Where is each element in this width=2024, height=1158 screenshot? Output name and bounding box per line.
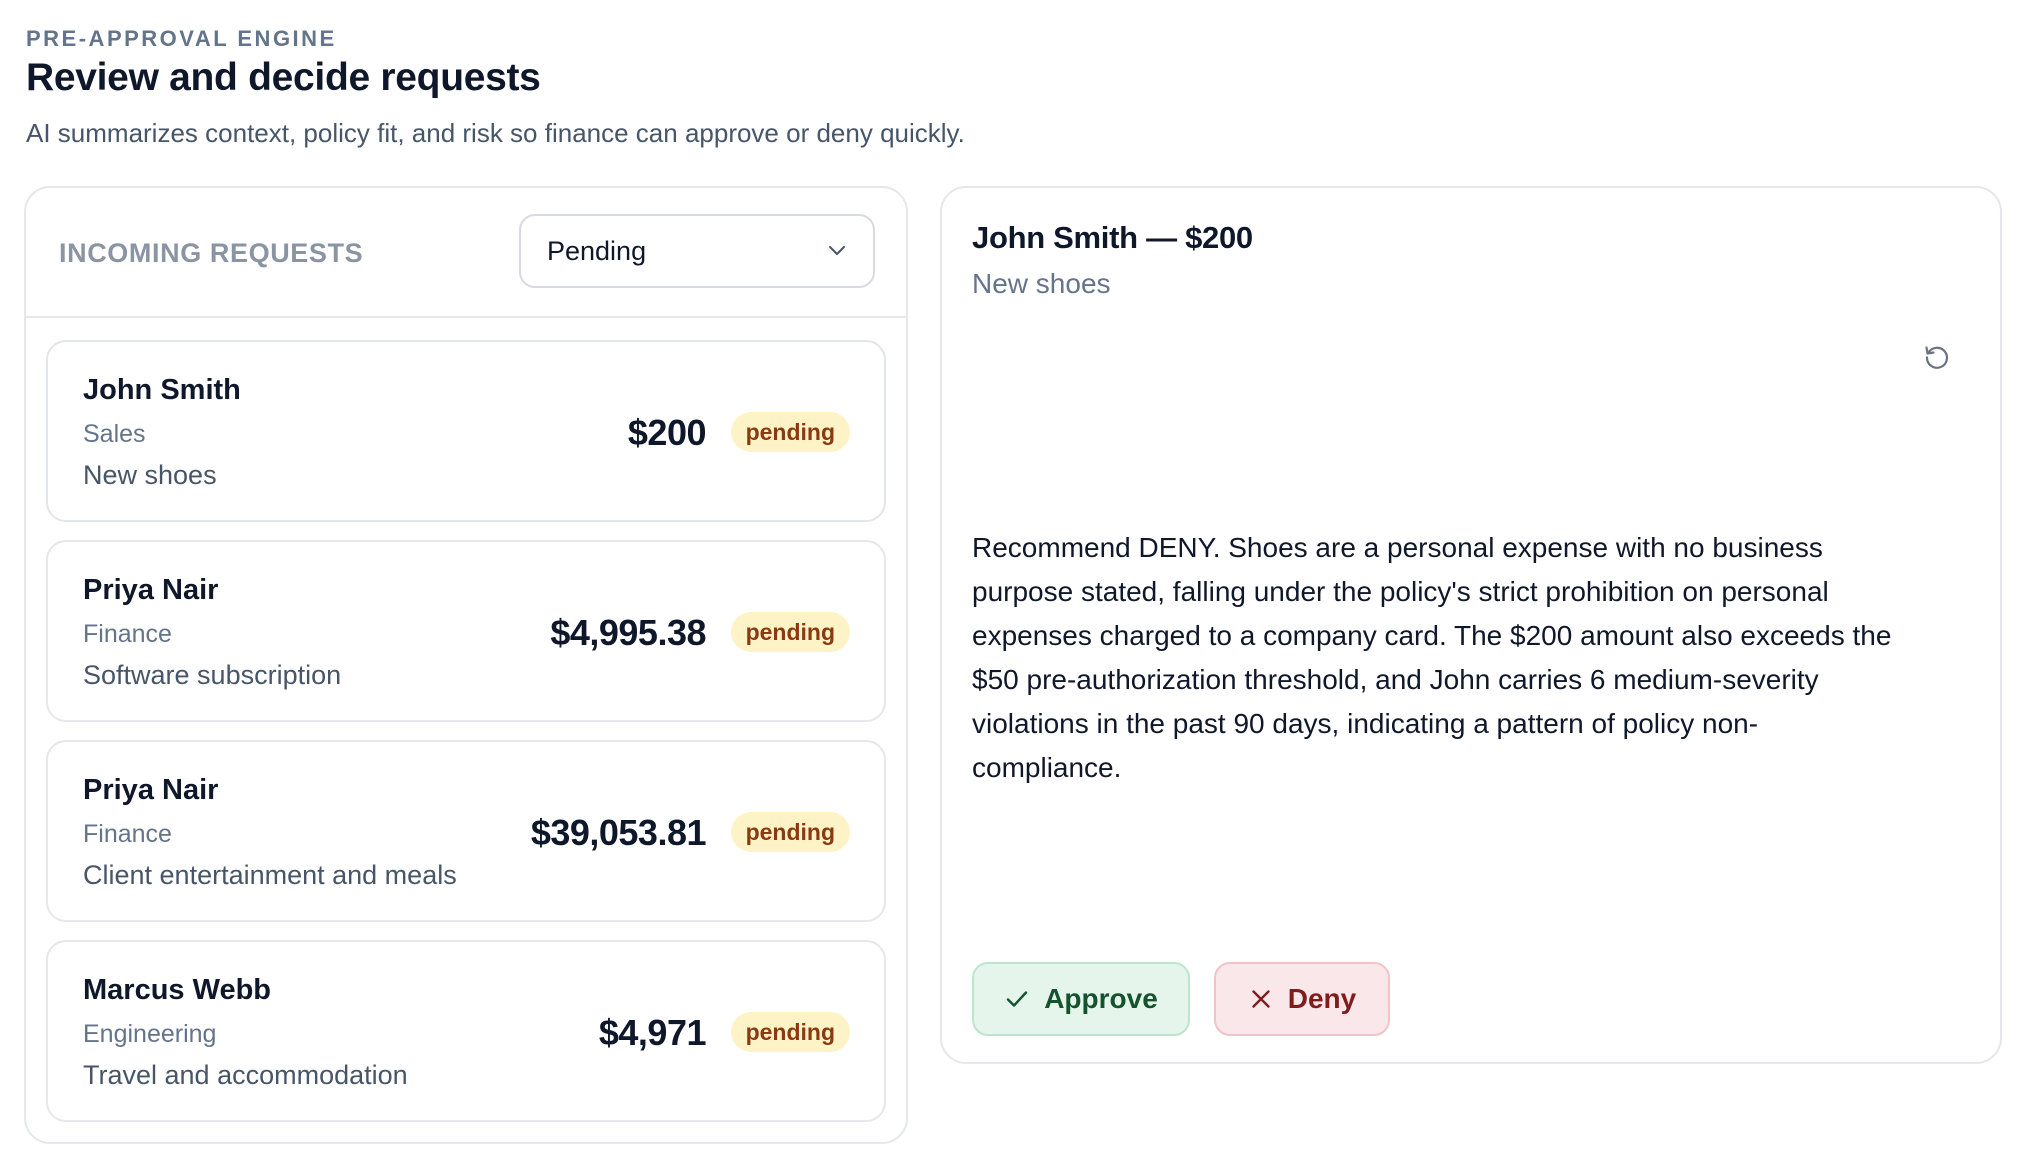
refresh-icon[interactable] <box>1922 342 1952 372</box>
eyebrow: PRE-APPROVAL ENGINE <box>26 26 337 51</box>
panel-header: INCOMING REQUESTS Pending <box>26 188 906 318</box>
request-department: Engineering <box>83 1020 217 1048</box>
request-card[interactable]: John Smith Sales New shoes $200 pending <box>46 340 886 522</box>
request-list: John Smith Sales New shoes $200 pending … <box>46 340 886 1140</box>
status-filter-value: Pending <box>547 235 647 266</box>
chevron-down-icon <box>829 246 845 255</box>
request-amount: $39,053.81 <box>530 812 707 853</box>
status-badge: pending <box>730 612 850 652</box>
deny-button[interactable]: Deny <box>1214 962 1390 1036</box>
page: PRE-APPROVAL ENGINE Review and decide re… <box>0 0 2024 1158</box>
ai-recommendation: Recommend DENY. Shoes are a personal exp… <box>972 532 1892 783</box>
detail-title: John Smith — $200 <box>972 220 1253 255</box>
check-icon <box>1007 991 1028 1007</box>
page-subtitle: AI summarizes context, policy fit, and r… <box>26 118 965 148</box>
approve-button[interactable]: Approve <box>972 962 1190 1036</box>
request-amount: $4,971 <box>598 1012 707 1053</box>
detail-subtitle: New shoes <box>972 268 1111 299</box>
status-badge: pending <box>730 812 850 852</box>
panel-heading: INCOMING REQUESTS <box>59 238 364 268</box>
request-card[interactable]: Marcus Webb Engineering Travel and accom… <box>46 940 886 1122</box>
status-badge: pending <box>730 412 850 452</box>
request-department: Finance <box>83 620 172 648</box>
incoming-requests-panel: INCOMING REQUESTS Pending John Smith Sal… <box>24 186 908 1144</box>
request-card[interactable]: Priya Nair Finance Client entertainment … <box>46 740 886 922</box>
deny-label: Deny <box>1287 983 1357 1014</box>
status-filter-select[interactable]: Pending <box>519 214 875 288</box>
request-name: John Smith <box>83 374 241 406</box>
close-icon <box>1252 990 1270 1008</box>
approve-label: Approve <box>1044 983 1158 1014</box>
request-name: Marcus Webb <box>83 974 272 1006</box>
request-purpose: Client entertainment and meals <box>83 860 457 890</box>
request-amount: $200 <box>627 412 707 453</box>
status-badge: pending <box>730 1012 850 1052</box>
request-purpose: Travel and accommodation <box>83 1060 408 1090</box>
request-purpose: Software subscription <box>83 660 342 690</box>
request-purpose: New shoes <box>83 460 217 490</box>
request-name: Priya Nair <box>83 774 219 806</box>
request-detail-panel: John Smith — $200 New shoes Recommend DE… <box>940 186 2002 1064</box>
request-amount: $4,995.38 <box>550 612 706 653</box>
request-card[interactable]: Priya Nair Finance Software subscription… <box>46 540 886 722</box>
request-name: Priya Nair <box>83 574 219 606</box>
request-department: Finance <box>83 820 172 848</box>
request-department: Sales <box>83 420 146 448</box>
page-title: Review and decide requests <box>26 56 541 99</box>
